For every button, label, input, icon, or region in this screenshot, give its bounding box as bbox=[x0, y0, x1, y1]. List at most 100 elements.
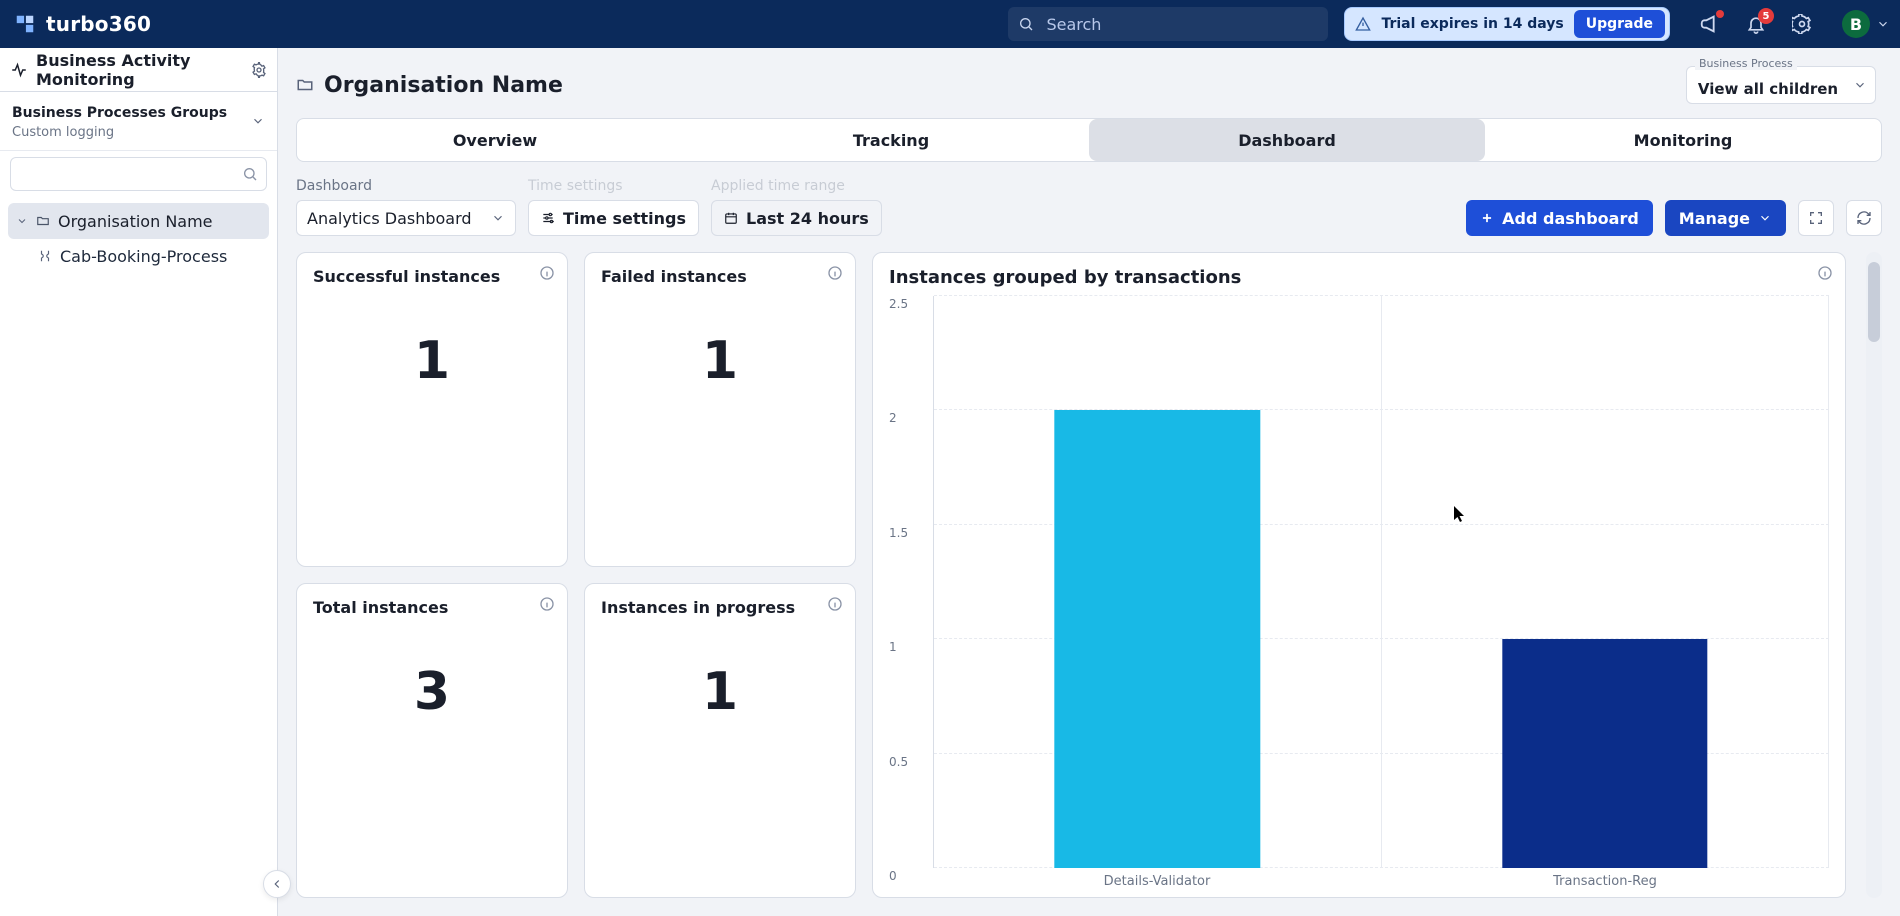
expand-icon bbox=[1808, 210, 1824, 226]
chevron-down-icon bbox=[16, 215, 28, 227]
dashboard-content: Successful instances 1 Failed instances … bbox=[278, 246, 1900, 916]
gear-icon[interactable] bbox=[251, 62, 267, 78]
settings-button[interactable] bbox=[1788, 10, 1816, 38]
search-icon bbox=[242, 166, 258, 182]
tree-node-cab-booking[interactable]: Cab-Booking-Process bbox=[8, 239, 269, 273]
chart-bar[interactable] bbox=[1055, 410, 1260, 868]
card-title: Instances in progress bbox=[601, 598, 839, 617]
sidebar-search-row bbox=[0, 151, 277, 199]
page-tabs: OverviewTrackingDashboardMonitoring bbox=[296, 118, 1882, 162]
dashboard-label: Dashboard bbox=[296, 178, 516, 194]
time-settings-label: Time settings bbox=[563, 209, 686, 228]
notifications-badge: 5 bbox=[1758, 8, 1774, 24]
announcements-button[interactable] bbox=[1696, 10, 1724, 38]
card-instances-in-progress: Instances in progress 1 bbox=[584, 583, 856, 898]
card-title: Successful instances bbox=[313, 267, 551, 286]
bp-value: View all children bbox=[1698, 80, 1838, 98]
account-menu[interactable]: B bbox=[1842, 10, 1890, 38]
fullscreen-button[interactable] bbox=[1798, 200, 1834, 236]
card-title: Failed instances bbox=[601, 267, 839, 286]
tab-overview[interactable]: Overview bbox=[297, 119, 693, 161]
business-process-group-select[interactable]: Business Processes Groups Custom logging bbox=[0, 92, 277, 151]
page-title: Organisation Name bbox=[324, 73, 563, 98]
notifications-button[interactable]: 5 bbox=[1742, 10, 1770, 38]
info-icon[interactable] bbox=[827, 265, 843, 281]
tree-node-label: Cab-Booking-Process bbox=[60, 247, 227, 266]
tree-node-label: Organisation Name bbox=[58, 212, 213, 231]
vertical-scrollbar[interactable] bbox=[1866, 252, 1882, 898]
sidebar: Business Activity Monitoring Business Pr… bbox=[0, 48, 278, 916]
time-range-button[interactable]: Last 24 hours bbox=[711, 200, 882, 236]
ytick: 2.5 bbox=[889, 297, 927, 311]
avatar: B bbox=[1842, 10, 1870, 38]
brand: turbo360 bbox=[14, 12, 151, 36]
metric-value: 1 bbox=[702, 331, 738, 391]
group-subtitle: Custom logging bbox=[12, 125, 114, 140]
process-icon bbox=[38, 249, 52, 263]
metric-cards: Successful instances 1 Failed instances … bbox=[296, 252, 856, 898]
dashboard-toolbar: Dashboard Analytics Dashboard Time setti… bbox=[278, 162, 1900, 246]
upgrade-button[interactable]: Upgrade bbox=[1574, 10, 1665, 38]
ghost-label-b: Applied time range bbox=[711, 178, 882, 194]
search-icon bbox=[1018, 16, 1034, 32]
chevron-down-icon bbox=[491, 211, 505, 225]
refresh-button[interactable] bbox=[1846, 200, 1882, 236]
sidebar-header: Business Activity Monitoring bbox=[0, 48, 277, 92]
ytick: 1 bbox=[889, 640, 927, 654]
info-icon[interactable] bbox=[1817, 265, 1833, 281]
dashboard-select[interactable]: Analytics Dashboard bbox=[296, 200, 516, 236]
scrollbar-thumb[interactable] bbox=[1868, 262, 1880, 342]
card-total-instances: Total instances 3 bbox=[296, 583, 568, 898]
gear-icon bbox=[1792, 14, 1812, 34]
metric-value: 1 bbox=[414, 331, 450, 391]
tree-node-organisation[interactable]: Organisation Name bbox=[8, 203, 269, 239]
refresh-icon bbox=[1856, 210, 1872, 226]
chart-bar[interactable] bbox=[1502, 639, 1707, 868]
tab-dashboard[interactable]: Dashboard bbox=[1089, 119, 1485, 161]
ghost-label-a: Time settings bbox=[528, 178, 699, 194]
global-search[interactable] bbox=[1008, 7, 1328, 41]
announcements-dot bbox=[1716, 10, 1724, 18]
header-actions: 5 B bbox=[1696, 10, 1890, 38]
sidebar-tree: Organisation Name Cab-Booking-Process bbox=[0, 199, 277, 285]
info-icon[interactable] bbox=[827, 596, 843, 612]
folder-icon bbox=[36, 214, 50, 228]
xtick: Transaction-Reg bbox=[1381, 868, 1829, 889]
card-title: Total instances bbox=[313, 598, 551, 617]
plus-icon bbox=[1480, 211, 1494, 225]
app-header: turbo360 Trial expires in 14 days Upgrad… bbox=[0, 0, 1900, 48]
group-title: Business Processes Groups bbox=[12, 105, 227, 121]
global-search-input[interactable] bbox=[1044, 14, 1318, 35]
chevron-down-icon bbox=[1876, 17, 1890, 31]
add-dashboard-label: Add dashboard bbox=[1502, 209, 1639, 228]
tab-monitoring[interactable]: Monitoring bbox=[1485, 119, 1881, 161]
tab-tracking[interactable]: Tracking bbox=[693, 119, 1089, 161]
bp-label: Business Process bbox=[1695, 57, 1797, 70]
info-icon[interactable] bbox=[539, 596, 555, 612]
business-process-select[interactable]: Business Process View all children bbox=[1686, 66, 1876, 104]
ytick: 0 bbox=[889, 869, 927, 883]
metric-value: 3 bbox=[414, 662, 450, 722]
manage-label: Manage bbox=[1679, 209, 1750, 228]
dashboard-select-value: Analytics Dashboard bbox=[307, 209, 472, 228]
main: Organisation Name Business Process View … bbox=[278, 48, 1900, 916]
card-successful-instances: Successful instances 1 bbox=[296, 252, 568, 567]
ytick: 1.5 bbox=[889, 526, 927, 540]
ytick: 0.5 bbox=[889, 755, 927, 769]
manage-button[interactable]: Manage bbox=[1665, 200, 1786, 236]
add-dashboard-button[interactable]: Add dashboard bbox=[1466, 200, 1653, 236]
folder-icon bbox=[296, 76, 314, 94]
warning-icon bbox=[1355, 16, 1371, 32]
card-failed-instances: Failed instances 1 bbox=[584, 252, 856, 567]
page-header: Organisation Name Business Process View … bbox=[278, 48, 1900, 112]
bam-icon bbox=[10, 61, 28, 79]
chart-plotarea bbox=[933, 296, 1829, 868]
sidebar-search[interactable] bbox=[10, 157, 267, 191]
info-icon[interactable] bbox=[539, 265, 555, 281]
trial-banner: Trial expires in 14 days Upgrade bbox=[1344, 7, 1670, 41]
sliders-icon bbox=[541, 211, 555, 225]
sidebar-search-input[interactable] bbox=[19, 164, 242, 185]
time-settings-button[interactable]: Time settings bbox=[528, 200, 699, 236]
time-range-label: Last 24 hours bbox=[746, 209, 869, 228]
brand-name: turbo360 bbox=[46, 12, 151, 36]
